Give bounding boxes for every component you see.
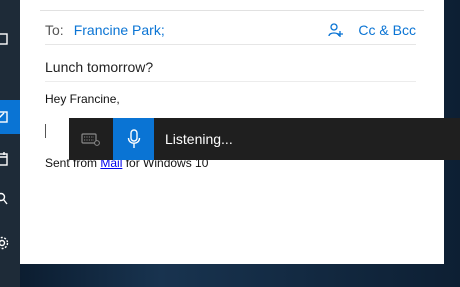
message-greeting: Hey Francine, [45,92,120,106]
subject-field[interactable]: Lunch tomorrow? [45,53,416,82]
dictation-status: Listening... [165,131,233,147]
people-search-icon[interactable] [0,182,20,216]
cc-bcc-button[interactable]: Cc & Bcc [358,22,416,38]
calendar-icon[interactable] [0,142,20,176]
to-field-row[interactable]: To: Francine Park; Cc & Bcc [45,16,416,45]
subject-text: Lunch tomorrow? [45,59,154,75]
window-icon[interactable] [0,22,20,56]
navigation-rail [0,0,20,287]
add-contact-icon[interactable] [328,22,344,38]
microphone-button[interactable] [113,118,154,160]
divider [40,0,424,11]
microphone-icon [127,129,140,148]
dictation-toolbar: Listening... [69,118,460,160]
recipient-chip[interactable]: Francine Park; [74,22,329,38]
text-cursor [45,124,46,138]
mail-icon[interactable] [0,100,20,134]
to-label: To: [45,22,64,38]
settings-icon[interactable] [0,226,20,260]
keyboard-settings-icon[interactable] [69,118,113,160]
desktop-background: To: Francine Park; Cc & Bcc Lunch tomorr… [0,0,460,287]
